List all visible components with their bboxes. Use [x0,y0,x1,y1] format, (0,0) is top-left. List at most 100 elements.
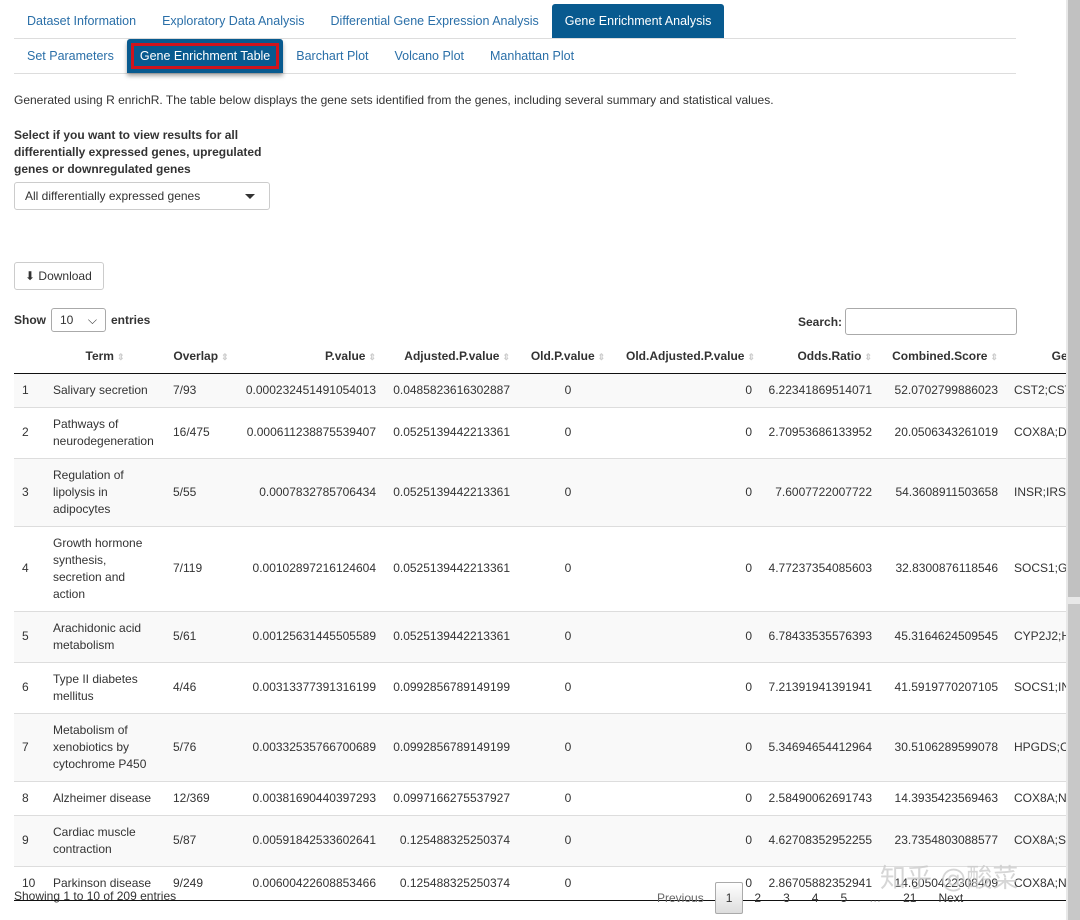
column-header-old-adjusted-p-value[interactable]: Old.Adjusted.P.value ⇕ [618,340,760,374]
column-header-adjusted-p-value[interactable]: Adjusted.P.value ⇕ [384,340,518,374]
tab-gene-enrichment-analysis[interactable]: Gene Enrichment Analysis [551,4,725,38]
cell-combined-score: 54.3608911503658 [880,457,1006,526]
sort-icon[interactable]: ⇕ [221,352,229,362]
table-row[interactable]: 4 Growth hormone synthesis, secretion and… [14,525,1066,611]
entries-value: 10 [60,313,74,327]
sort-icon[interactable]: ⇕ [990,352,998,362]
column-header-odds-ratio[interactable]: Odds.Ratio ⇕ [760,340,880,374]
cell-p-value: 0.0007832785706434 [237,457,384,526]
tab-dataset-information[interactable]: Dataset Information [14,4,149,38]
sort-icon[interactable]: ⇕ [747,352,755,362]
column-header-label: Old.Adjusted.P.value [626,349,745,364]
cell-p-value: 0.00600422608853466 [237,865,384,901]
tab-exploratory-data-analysis[interactable]: Exploratory Data Analysis [149,4,317,38]
column-header-combined-score[interactable]: Combined.Score ⇕ [880,340,1006,374]
cell-genes: COX8A;N [1006,780,1066,815]
page-2-button[interactable]: 2 [743,883,772,913]
cell-odds-ratio: 2.70953686133952 [760,406,880,458]
column-header-p-value[interactable]: P.value ⇕ [237,340,384,374]
cell-old-adjusted-p-value: 0 [618,780,760,815]
cell-p-value: 0.00332535766700689 [237,712,384,781]
cell-combined-score: 45.3164624509545 [880,610,1006,662]
tab-barchart-plot[interactable]: Barchart Plot [283,39,381,73]
page-21-button[interactable]: 21 [892,883,927,913]
page-1-button[interactable]: 1 [714,882,744,914]
search-label: Search: [798,314,843,329]
table-row[interactable]: 7 Metabolism of xenobiotics by cytochrome… [14,712,1066,781]
cell-p-value: 0.000232451491054013 [237,372,384,407]
cell-overlap: 5/76 [165,712,237,781]
table-row[interactable]: 3 Regulation of lipolysis in adipocytes 5/… [14,457,1066,526]
cell-combined-score: 23.7354803088577 [880,814,1006,866]
cell-overlap: 7/119 [165,525,237,611]
sort-icon[interactable]: ⇕ [864,352,872,362]
pagination-ellipsis: … [869,891,882,905]
column-header-old-p-value[interactable]: Old.P.value ⇕ [518,340,618,374]
column-header-term[interactable]: Term ⇕ [45,340,165,374]
entries-label: entries [111,313,151,327]
cell-combined-score: 52.0702799886023 [880,372,1006,407]
sort-icon[interactable]: ⇕ [598,352,606,362]
cell-odds-ratio: 7.21391941391941 [760,661,880,713]
previous-button[interactable]: Previous [646,883,715,913]
cell-odds-ratio: 2.58490062691743 [760,780,880,815]
cell-old-p-value: 0 [518,372,618,407]
sort-icon[interactable]: ⇕ [502,352,510,362]
cell-old-p-value: 0 [518,865,618,901]
cell-old-p-value: 0 [518,610,618,662]
cell-combined-score: 41.5919770207105 [880,661,1006,713]
cell-index: 7 [14,712,45,781]
sort-icon[interactable]: ⇕ [368,352,376,362]
sort-icon[interactable]: ⇕ [117,352,125,362]
gene-set-select[interactable]: All differentially expressed genes [14,182,270,210]
table-row[interactable]: 9 Cardiac muscle contraction 5/87 0.0059184… [14,814,1066,866]
cell-term: Metabolism of xenobiotics by cytochrome … [45,712,165,781]
table-row[interactable]: 6 Type II diabetes mellitus 4/46 0.00313377… [14,661,1066,713]
scrollbar-thumb[interactable] [1068,0,1080,597]
cell-overlap: 5/87 [165,814,237,866]
tab-gene-enrichment-table[interactable]: Gene Enrichment Table [126,39,284,73]
gene-set-select-value: All differentially expressed genes [25,189,201,203]
cell-p-value: 0.000611238875539407 [237,406,384,458]
cell-old-p-value: 0 [518,406,618,458]
table-row[interactable]: 8 Alzheimer disease 12/369 0.00381690440397… [14,780,1066,815]
results-table: Term ⇕ Overlap ⇕ P.value ⇕ Adjusted.P.value ⇕ Ol… [14,340,1066,901]
cell-p-value: 0.00313377391316199 [237,661,384,713]
cell-old-p-value: 0 [518,780,618,815]
cell-overlap: 12/369 [165,780,237,815]
page-5-button[interactable]: 5 [829,883,858,913]
column-header-index [14,340,45,374]
cell-adjusted-p-value: 0.125488325250374 [384,865,518,901]
cell-adjusted-p-value: 0.125488325250374 [384,814,518,866]
page-4-button[interactable]: 4 [801,883,830,913]
cell-old-p-value: 0 [518,525,618,611]
cell-term: Salivary secretion [45,372,165,407]
download-button[interactable]: ⬇ Download [14,262,104,290]
tab-set-parameters[interactable]: Set Parameters [14,39,127,73]
cell-old-adjusted-p-value: 0 [618,814,760,866]
page-3-button[interactable]: 3 [772,883,801,913]
tab-volcano-plot[interactable]: Volcano Plot [382,39,478,73]
cell-index: 4 [14,525,45,611]
cell-genes: HPGDS;C [1006,712,1066,781]
tab-differential-gene-expression[interactable]: Differential Gene Expression Analysis [318,4,552,38]
cell-term: Alzheimer disease [45,780,165,815]
next-button[interactable]: Next [927,883,974,913]
scrollbar[interactable] [1066,0,1080,920]
table-row[interactable]: 1 Salivary secretion 7/93 0.000232451491054… [14,372,1066,407]
cell-genes: COX8A;N [1006,865,1066,901]
download-icon: ⬇ [25,269,36,283]
cell-overlap: 5/55 [165,457,237,526]
search-input[interactable] [845,308,1018,335]
column-header-overlap[interactable]: Overlap ⇕ [165,340,237,374]
table-row[interactable]: 2 Pathways of neurodegeneration 16/475 0.00… [14,406,1066,458]
cell-odds-ratio: 4.62708352952255 [760,814,880,866]
table-row[interactable]: 5 Arachidonic acid metabolism 5/61 0.001256… [14,610,1066,662]
cell-index: 2 [14,406,45,458]
entries-select[interactable]: 10 ⌵ [51,308,106,332]
cell-index: 5 [14,610,45,662]
cell-genes: SOCS1;G [1006,525,1066,611]
cell-combined-score: 32.8300876118546 [880,525,1006,611]
cell-genes: CST2;CST [1006,372,1066,407]
tab-manhattan-plot[interactable]: Manhattan Plot [477,39,587,73]
